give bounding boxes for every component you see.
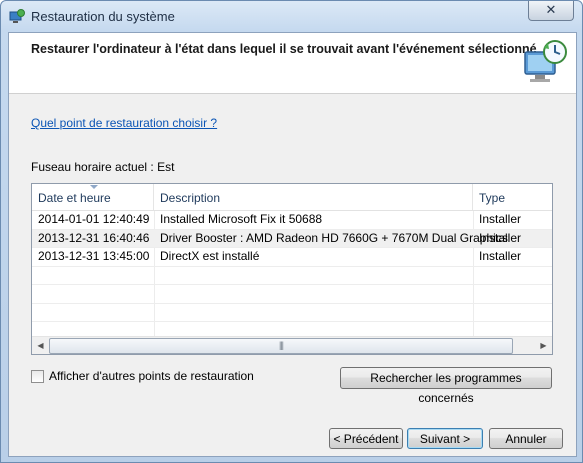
- table-row[interactable]: 2013-12-31 13:45:00 DirectX est installé…: [32, 248, 552, 267]
- scroll-right-icon[interactable]: ▶: [535, 337, 552, 354]
- system-restore-icon: [9, 9, 25, 23]
- column-header-type[interactable]: Type: [473, 184, 552, 210]
- search-programs-button[interactable]: Rechercher les programmes concernés: [340, 367, 552, 405]
- empty-row: [32, 304, 552, 322]
- show-more-row[interactable]: Afficher d'autres points de restauration: [31, 369, 254, 383]
- column-header-date-label: Date et heure: [38, 191, 111, 205]
- help-link[interactable]: Quel point de restauration choisir ?: [31, 116, 217, 130]
- row-date: 2013-12-31 16:40:46: [38, 230, 150, 245]
- scroll-left-icon[interactable]: ◀: [32, 337, 49, 354]
- scroll-grip-icon: |||: [278, 340, 284, 350]
- close-button[interactable]: ✕: [528, 1, 574, 21]
- column-header-description[interactable]: Description: [154, 184, 473, 210]
- column-header-type-label: Type: [479, 191, 506, 205]
- row-type: Installer: [479, 212, 522, 226]
- dialog-client-area: Restaurer l'ordinateur à l'état dans leq…: [8, 32, 577, 457]
- column-header-date[interactable]: Date et heure: [32, 184, 154, 210]
- row-description: DirectX est installé: [160, 249, 260, 263]
- column-header-description-label: Description: [160, 191, 221, 205]
- close-icon: ✕: [545, 2, 557, 17]
- horizontal-scrollbar[interactable]: ◀ ||| ▶: [32, 336, 552, 354]
- window-title: Restauration du système: [31, 9, 175, 24]
- show-more-checkbox[interactable]: [31, 369, 44, 383]
- table-row[interactable]: 2013-12-31 16:40:46 Driver Booster : AMD…: [32, 229, 552, 248]
- next-button[interactable]: Suivant >: [407, 428, 483, 449]
- row-description: Driver Booster : AMD Radeon HD 7660G + 7…: [160, 230, 508, 245]
- scroll-thumb[interactable]: |||: [49, 338, 513, 354]
- empty-row: [32, 267, 552, 285]
- cancel-button[interactable]: Annuler: [489, 428, 563, 449]
- empty-row: [32, 285, 552, 304]
- row-type: Installer: [479, 249, 522, 263]
- row-type: Installer: [479, 230, 522, 245]
- restore-clock-icon: [524, 40, 567, 82]
- previous-button[interactable]: < Précédent: [329, 428, 403, 449]
- list-header: Date et heure Description Type: [32, 184, 552, 211]
- table-row[interactable]: 2014-01-01 12:40:49 Installed Microsoft …: [32, 211, 552, 230]
- restore-points-list[interactable]: Date et heure Description Type 2014-01-0…: [31, 183, 553, 355]
- show-more-label: Afficher d'autres points de restauration: [49, 369, 254, 383]
- header-title: Restaurer l'ordinateur à l'état dans leq…: [31, 42, 537, 56]
- sort-ascending-icon: [90, 185, 98, 189]
- header-band: Restaurer l'ordinateur à l'état dans leq…: [9, 33, 576, 94]
- row-date: 2014-01-01 12:40:49: [38, 212, 150, 226]
- list-rows: 2014-01-01 12:40:49 Installed Microsoft …: [32, 211, 552, 341]
- row-date: 2013-12-31 13:45:00: [38, 249, 150, 263]
- timezone-label: Fuseau horaire actuel : Est: [31, 160, 175, 174]
- system-restore-window: Restauration du système ✕ Restaurer l'or…: [0, 0, 583, 463]
- row-description: Installed Microsoft Fix it 50688: [160, 212, 323, 226]
- title-bar[interactable]: Restauration du système ✕: [1, 1, 582, 31]
